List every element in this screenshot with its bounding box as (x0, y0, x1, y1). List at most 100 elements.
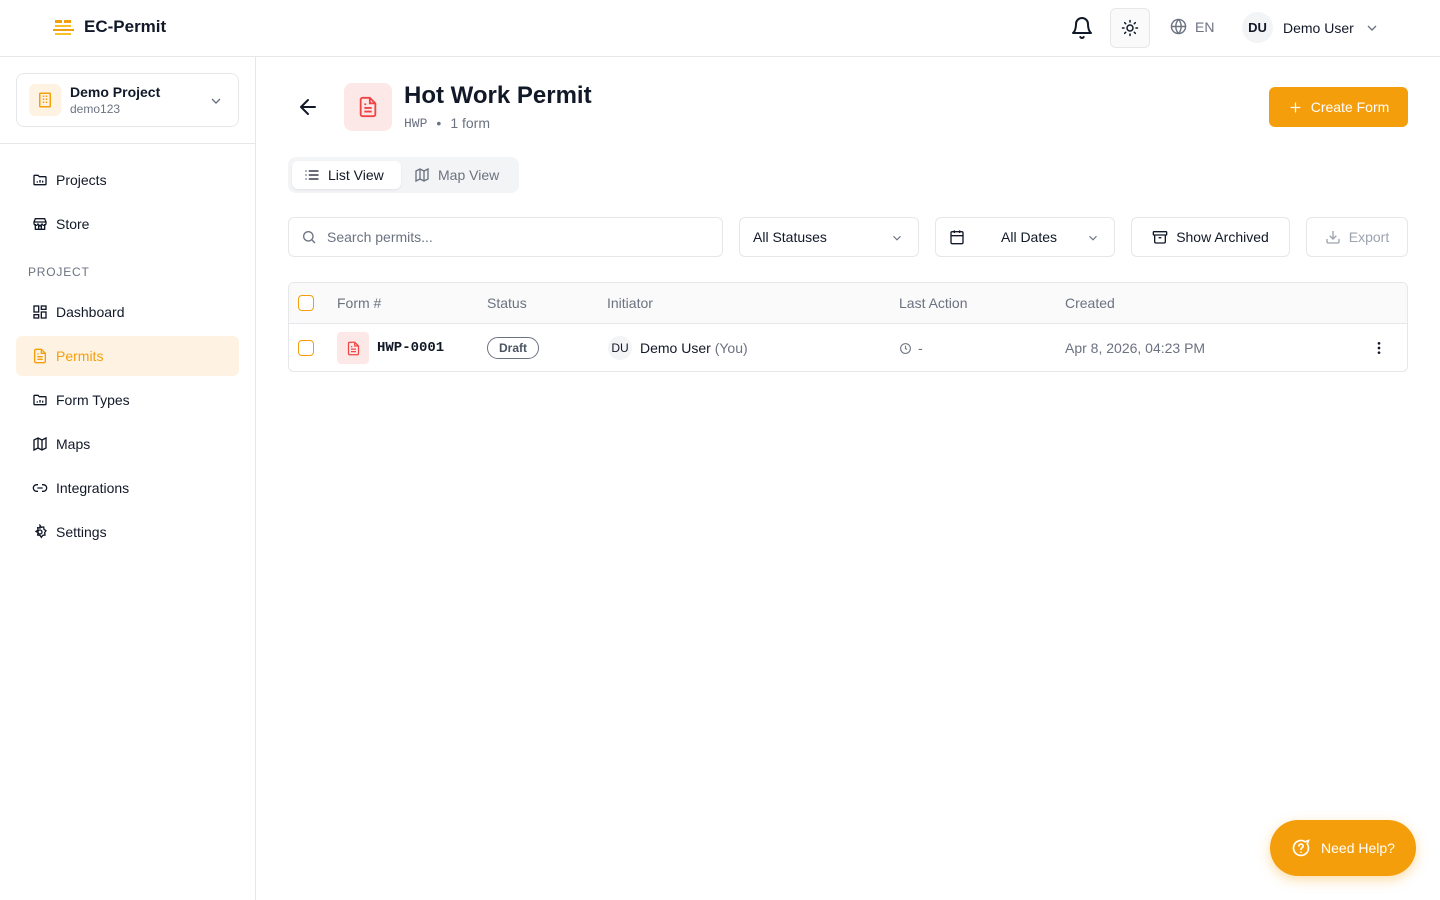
form-number[interactable]: HWP-0001 (377, 340, 444, 356)
brand[interactable]: EC-Permit (52, 17, 166, 37)
sidebar: Demo Project demo123 Projects Store PROJ… (0, 57, 256, 900)
created-date: Apr 8, 2026, 04:23 PM (1065, 340, 1206, 356)
link-icon (32, 484, 48, 492)
need-help-label: Need Help? (1321, 840, 1395, 856)
sidebar-divider (0, 143, 255, 144)
view-toggle: List View Map View (288, 157, 519, 193)
gear-icon (34, 524, 47, 539)
project-code: demo123 (70, 102, 121, 116)
project-switcher[interactable]: Demo Project demo123 (16, 73, 239, 127)
folder-icon (33, 174, 47, 186)
dashboard-icon (33, 305, 47, 319)
row-checkbox[interactable] (298, 340, 314, 356)
calendar-icon (950, 230, 964, 245)
export-button[interactable]: Export (1306, 217, 1408, 257)
export-label: Export (1348, 229, 1390, 245)
sidebar-section-label: PROJECT (28, 265, 90, 279)
status-filter-value: All Statuses (753, 229, 827, 245)
date-filter-value: All Dates (1001, 229, 1058, 245)
column-header-form-no[interactable]: Form # (337, 295, 381, 311)
top-bar: EC-Permit EN DU Demo User (0, 0, 1440, 57)
chevron-down-icon (893, 235, 901, 241)
search-box (288, 217, 723, 257)
language-label: EN (1195, 18, 1215, 35)
theme-toggle-button[interactable] (1110, 8, 1150, 48)
date-filter-select[interactable]: All Dates (935, 217, 1115, 257)
column-header-status[interactable]: Status (487, 295, 527, 311)
user-menu[interactable]: DU Demo User (1242, 12, 1380, 43)
sidebar-item-dashboard[interactable]: Dashboard (16, 292, 239, 332)
brand-logo-icon (53, 20, 74, 35)
initiator-name-text: Demo User (640, 340, 711, 356)
initiator-avatar: DU (608, 336, 632, 360)
sun-icon (1121, 19, 1139, 37)
form-type-code: HWP (404, 115, 428, 131)
sidebar-item-maps[interactable]: Maps (16, 424, 239, 464)
select-all-checkbox[interactable] (298, 295, 314, 311)
tab-map-view[interactable]: Map View (402, 161, 511, 189)
initiator-you-suffix: (You) (714, 340, 748, 356)
folder-icon (33, 394, 47, 406)
chevron-down-icon (211, 98, 221, 104)
page-title: Hot Work Permit (404, 82, 592, 109)
map-icon (33, 436, 47, 452)
sidebar-item-label: Dashboard (56, 304, 125, 320)
store-icon (33, 218, 47, 230)
column-header-last-action[interactable]: Last Action (899, 295, 968, 311)
sidebar-item-label: Form Types (56, 392, 130, 408)
tab-label: List View (328, 167, 384, 183)
clock-icon (900, 342, 911, 354)
sidebar-item-permits[interactable]: Permits (16, 336, 239, 376)
help-chat-icon (1292, 839, 1310, 857)
map-icon (415, 167, 429, 183)
form-type-icon (344, 83, 392, 131)
create-form-label: Create Form (1310, 99, 1390, 115)
status-filter-select[interactable]: All Statuses (739, 217, 919, 257)
more-options-icon[interactable] (1371, 340, 1387, 356)
search-icon (303, 231, 316, 244)
sidebar-item-label: Settings (56, 524, 107, 540)
show-archived-button[interactable]: Show Archived (1131, 217, 1290, 257)
separator: • (436, 115, 442, 131)
sidebar-item-form-types[interactable]: Form Types (16, 380, 239, 420)
notifications-bell-icon[interactable] (1070, 16, 1094, 40)
file-text-icon (34, 348, 46, 364)
user-name: Demo User (1283, 19, 1354, 36)
chevron-down-icon (1089, 235, 1097, 241)
page-subtitle: HWP • 1 form (404, 115, 490, 131)
sidebar-item-store[interactable]: Store (16, 204, 239, 244)
download-icon (1326, 231, 1340, 244)
archive-icon (1152, 231, 1168, 244)
last-action: - (899, 340, 923, 356)
sidebar-item-integrations[interactable]: Integrations (16, 468, 239, 508)
file-text-icon (359, 96, 377, 118)
last-action-value: - (918, 340, 923, 356)
user-avatar: DU (1242, 12, 1273, 43)
need-help-button[interactable]: Need Help? (1270, 820, 1416, 876)
back-arrow-icon[interactable] (296, 95, 320, 119)
sidebar-item-label: Integrations (56, 480, 130, 496)
form-count: 1 form (450, 115, 490, 131)
column-header-initiator[interactable]: Initiator (607, 295, 653, 311)
language-selector[interactable]: EN (1170, 18, 1214, 35)
initiator-name: Demo User (You) (640, 340, 748, 356)
building-icon (29, 84, 61, 116)
table-header: Form # Status Initiator Last Action Crea… (289, 283, 1407, 324)
sidebar-item-label: Projects (56, 172, 107, 188)
sidebar-item-label: Store (56, 216, 90, 232)
status-badge: Draft (487, 337, 540, 359)
sidebar-item-label: Permits (56, 348, 104, 364)
file-text-icon (347, 341, 359, 355)
tab-label: Map View (438, 167, 500, 183)
sidebar-item-projects[interactable]: Projects (16, 160, 239, 200)
permits-table: Form # Status Initiator Last Action Crea… (288, 282, 1408, 372)
chevron-down-icon (1367, 25, 1377, 31)
tab-list-view[interactable]: List View (292, 161, 401, 189)
table-row[interactable]: HWP-0001 Draft DU Demo User (You) - Apr … (289, 324, 1407, 371)
create-form-button[interactable]: Create Form (1269, 87, 1408, 127)
sidebar-item-settings[interactable]: Settings (16, 512, 239, 552)
sidebar-item-label: Maps (56, 436, 91, 452)
search-input[interactable] (327, 229, 707, 245)
project-name: Demo Project (70, 84, 161, 100)
column-header-created[interactable]: Created (1065, 295, 1115, 311)
